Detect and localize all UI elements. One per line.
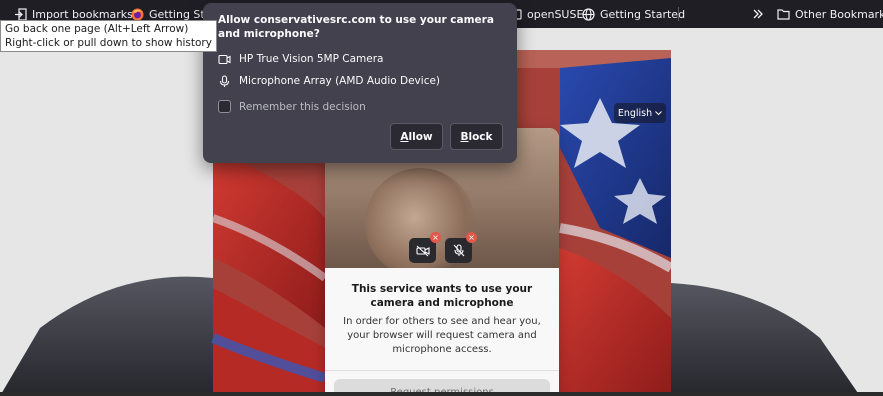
- remember-decision-label: Remember this decision: [239, 100, 366, 113]
- import-icon: [15, 7, 27, 21]
- permission-request-card: × × This service wants to use your camer…: [325, 128, 559, 396]
- other-bookmarks-folder[interactable]: Other Bookmarks: [777, 6, 883, 22]
- bookmark-opensuse[interactable]: openSUSE: [513, 6, 583, 22]
- microphone-device-name: Microphone Array (AMD Audio Device): [239, 75, 441, 87]
- tooltip-line-1: Go back one page (Alt+Left Arrow): [5, 23, 189, 35]
- camera-toggle-button[interactable]: ×: [409, 232, 441, 263]
- toolbar-separator: [678, 7, 679, 21]
- checkbox-box[interactable]: [218, 100, 231, 113]
- back-button-tooltip: Go back one page (Alt+Left Arrow) Right-…: [0, 20, 217, 52]
- bookmark-getting-started-2[interactable]: Getting Started: [582, 6, 685, 22]
- card-divider: [325, 370, 559, 371]
- chevron-down-icon: [655, 110, 663, 115]
- tooltip-line-2: Right-click or pull down to show history: [5, 37, 212, 49]
- microphone-toggle-button[interactable]: ×: [445, 232, 477, 263]
- allow-accesskey: A: [400, 130, 409, 143]
- firefox-icon: [131, 8, 144, 20]
- folder-icon: [777, 9, 790, 20]
- block-label-rest: lock: [468, 130, 493, 143]
- block-button[interactable]: Block: [450, 123, 503, 150]
- card-description: In order for others to see and hear you,…: [343, 316, 541, 355]
- camera-off-icon: [415, 245, 430, 256]
- camera-icon: [218, 54, 231, 64]
- microphone-icon: [219, 74, 230, 87]
- bookmarks-overflow-button[interactable]: [752, 6, 764, 22]
- camera-disabled-badge: ×: [430, 232, 441, 243]
- card-body: This service wants to use your camera an…: [325, 268, 559, 396]
- allow-label-rest: llow: [408, 130, 433, 143]
- allow-button[interactable]: Allow: [390, 123, 443, 150]
- bookmark-getting-started-2-label: Getting Started: [600, 7, 686, 21]
- language-selector[interactable]: English: [614, 103, 666, 123]
- microphone-off-icon: [453, 244, 464, 257]
- microphone-permission-row: Microphone Array (AMD Audio Device): [218, 73, 440, 89]
- double-chevron-icon: [753, 9, 763, 19]
- microphone-disabled-badge: ×: [466, 232, 477, 243]
- block-accesskey: B: [460, 130, 469, 143]
- other-bookmarks-label: Other Bookmarks: [795, 7, 883, 21]
- card-title: This service wants to use your camera an…: [351, 283, 533, 309]
- camera-device-name: HP True Vision 5MP Camera: [239, 53, 384, 65]
- camera-permission-row: HP True Vision 5MP Camera: [218, 51, 384, 67]
- bookmark-opensuse-label: openSUSE: [527, 7, 584, 21]
- bookmark-import-label: Import bookmarks...: [32, 7, 144, 21]
- permission-popup-title: Allow conservativesrc.com to use your ca…: [218, 14, 494, 40]
- permission-popup: Allow conservativesrc.com to use your ca…: [203, 3, 517, 163]
- remember-decision-checkbox[interactable]: Remember this decision: [218, 100, 366, 113]
- bottom-edge: [0, 392, 883, 396]
- globe-icon: [582, 7, 595, 21]
- language-label: English: [617, 107, 653, 119]
